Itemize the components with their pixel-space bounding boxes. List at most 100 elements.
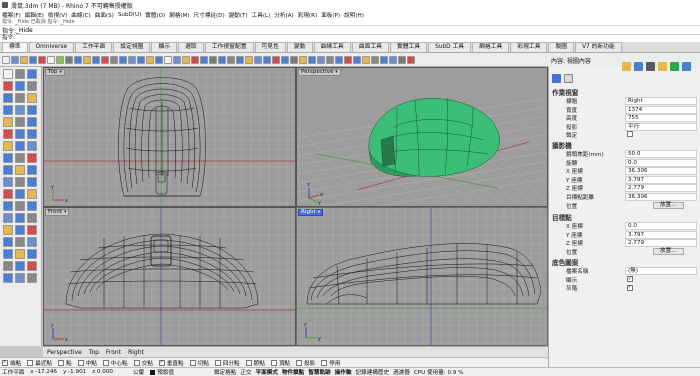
- osnap-checkbox[interactable]: [321, 359, 328, 366]
- viewport-tab-perspective[interactable]: Perspective: [47, 349, 82, 356]
- undo-icon[interactable]: [74, 55, 82, 64]
- prop-value[interactable]: 755: [625, 114, 697, 123]
- revolve-icon[interactable]: [3, 129, 13, 139]
- undo-view-icon[interactable]: [146, 55, 154, 64]
- check-icon[interactable]: [27, 273, 37, 283]
- boolean-union-icon[interactable]: [3, 165, 13, 175]
- plane-icon[interactable]: [3, 117, 13, 127]
- join-icon[interactable]: [389, 55, 397, 64]
- solid-icon[interactable]: [209, 55, 217, 64]
- four-view-icon[interactable]: [155, 55, 163, 64]
- status-toggle-4[interactable]: 智慧軌跡: [308, 370, 330, 376]
- sphere-icon[interactable]: [15, 141, 25, 151]
- unlock-icon[interactable]: [3, 273, 13, 283]
- cylinder-icon[interactable]: [27, 141, 37, 151]
- toolbar-tab-15[interactable]: 製圖: [548, 42, 575, 52]
- osnap-checkbox[interactable]: ✓: [2, 359, 8, 366]
- fillet-icon[interactable]: [15, 105, 25, 115]
- toolbar-tab-1[interactable]: Omniverse: [28, 42, 75, 52]
- toolbar-tab-3[interactable]: 設定視圖: [113, 42, 151, 52]
- network-icon[interactable]: [27, 129, 37, 139]
- status-toggle-7[interactable]: 過濾器: [393, 370, 410, 376]
- status-toggle-5[interactable]: 操作軸: [335, 370, 352, 376]
- group-icon[interactable]: [371, 55, 379, 64]
- boolean-intersect-icon[interactable]: [27, 165, 37, 175]
- show-icon[interactable]: [15, 261, 25, 271]
- prop-value[interactable]: Right: [625, 97, 697, 105]
- light-icon[interactable]: [236, 55, 244, 64]
- analyze-icon[interactable]: [3, 249, 13, 259]
- viewport-title-right[interactable]: Right ▾: [298, 209, 323, 216]
- osnap-checkbox[interactable]: [189, 359, 196, 366]
- viewport-tab-top[interactable]: Top: [89, 349, 99, 356]
- history-icon[interactable]: [308, 55, 316, 64]
- place-button[interactable]: 放置...: [653, 247, 684, 255]
- osnap-12[interactable]: 停用: [321, 359, 340, 367]
- show-icon[interactable]: [344, 55, 352, 64]
- command-input[interactable]: [16, 26, 217, 34]
- osnap-checkbox[interactable]: [133, 359, 140, 366]
- hatch-icon[interactable]: [15, 189, 25, 199]
- prop-value[interactable]: 0.0: [625, 222, 697, 230]
- toolbar-tab-6[interactable]: 工作視窗配置: [204, 42, 254, 52]
- cone-icon[interactable]: [3, 153, 13, 163]
- place-button[interactable]: 放置...: [653, 201, 684, 209]
- array-icon[interactable]: [15, 213, 25, 223]
- viewport-top[interactable]: Top ▾ xy: [43, 67, 296, 207]
- lock-icon[interactable]: [27, 261, 37, 271]
- import-icon[interactable]: [38, 55, 46, 64]
- move-icon[interactable]: [27, 189, 37, 199]
- viewport-right[interactable]: Right ▾ yz: [296, 207, 548, 346]
- scale-icon[interactable]: [27, 201, 37, 211]
- camera-icon[interactable]: [552, 74, 561, 83]
- bulb-icon[interactable]: [658, 62, 667, 71]
- menu-item-11[interactable]: 分析(A): [274, 11, 293, 19]
- menu-item-5[interactable]: SubD(U): [118, 12, 141, 18]
- osnap-checkbox[interactable]: [77, 359, 84, 366]
- prop-value[interactable]: 3.797: [625, 175, 697, 184]
- toolbar-tab-11[interactable]: 實體工具: [389, 42, 428, 52]
- properties-tab-icon[interactable]: [622, 62, 631, 71]
- texture-icon[interactable]: [646, 62, 655, 71]
- prop-value[interactable]: 平行: [625, 122, 697, 131]
- menu-item-13[interactable]: 面板(P): [321, 11, 340, 19]
- osnap-7[interactable]: 切點: [189, 359, 209, 367]
- osnap-6[interactable]: ✓ 垂直點: [158, 359, 184, 367]
- trim-icon[interactable]: [407, 55, 415, 64]
- group-icon[interactable]: [15, 273, 25, 283]
- planar-icon[interactable]: [281, 55, 289, 64]
- rectangle-icon[interactable]: [15, 93, 25, 103]
- menu-item-6[interactable]: 實體(O): [145, 11, 165, 19]
- status-toggle-3[interactable]: 物件鎖點: [282, 370, 304, 376]
- toolbar-tab-16[interactable]: V7 的新功能: [575, 42, 622, 52]
- new-file-icon[interactable]: [2, 55, 10, 64]
- explode-icon[interactable]: [3, 237, 13, 247]
- layer-icon[interactable]: [164, 55, 172, 64]
- toolbar-tab-12[interactable]: SubD 工具: [428, 42, 472, 52]
- rotate-view-icon[interactable]: [101, 55, 109, 64]
- polygon-icon[interactable]: [27, 93, 37, 103]
- osnap-2[interactable]: 點: [58, 359, 72, 367]
- toolbar-tab-2[interactable]: 工作平面: [75, 42, 113, 52]
- mirror-icon[interactable]: [3, 213, 13, 223]
- unlock-icon[interactable]: [362, 55, 370, 64]
- dimension-icon[interactable]: [3, 189, 13, 199]
- status-units[interactable]: 公釐: [133, 368, 144, 376]
- redo-icon[interactable]: [83, 55, 91, 64]
- render-icon[interactable]: [15, 249, 25, 259]
- prop-value[interactable]: 2.779: [625, 239, 697, 248]
- osnap-checkbox[interactable]: [270, 359, 277, 366]
- osnap-checkbox[interactable]: [296, 359, 303, 366]
- toolbar-tab-8[interactable]: 變動: [286, 42, 313, 52]
- loft-icon[interactable]: [27, 117, 37, 127]
- join-icon[interactable]: [27, 225, 37, 235]
- prop-value[interactable]: 0.0: [625, 158, 697, 167]
- osnap-0[interactable]: ✓ 端點: [2, 359, 21, 367]
- toolbar-tab-7[interactable]: 可見性: [254, 42, 286, 52]
- box-icon[interactable]: [3, 141, 13, 151]
- ortho-icon[interactable]: [272, 55, 280, 64]
- pan-icon[interactable]: [92, 55, 100, 64]
- curve-icon[interactable]: [3, 81, 13, 91]
- offset-icon[interactable]: [27, 105, 37, 115]
- viewport-title-top[interactable]: Top ▾: [45, 69, 65, 76]
